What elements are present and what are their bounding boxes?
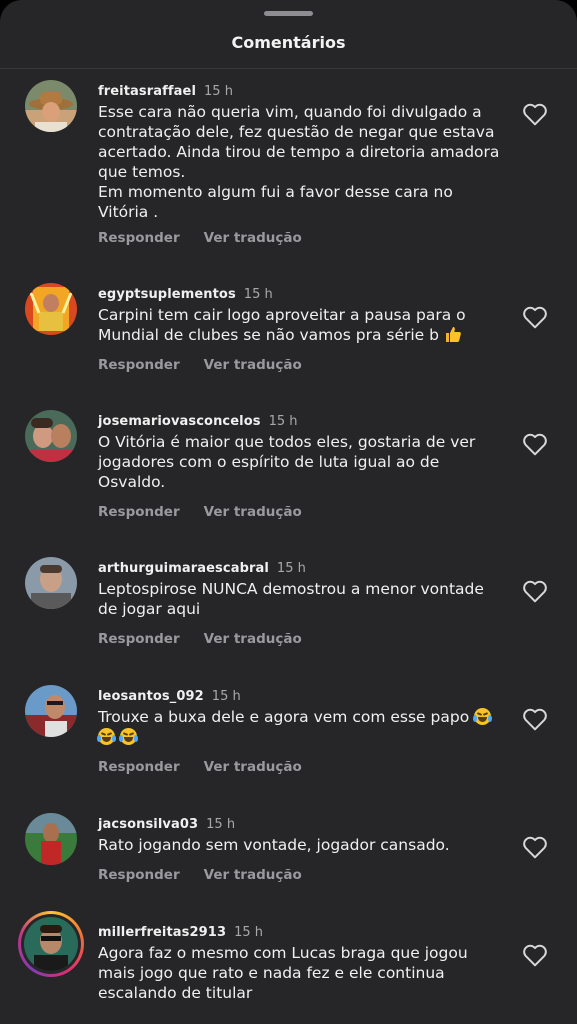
comment-line: Carpini tem cair logo aproveitar a pausa…	[98, 306, 466, 344]
comment-text: O Vitória é maior que todos eles, gostar…	[98, 432, 503, 492]
comment-text: Trouxe a buxa dele e agora vem com esse …	[97, 707, 503, 747]
username[interactable]: freitasraffael	[98, 84, 196, 99]
comment-actions: Responder Ver tradução	[98, 354, 302, 373]
comment-line: Leptospirose NUNCA demostrou a menor von…	[98, 580, 484, 618]
username[interactable]: josemariovasconcelos	[98, 414, 261, 429]
comment-text: Esse cara não queria vim, quando foi div…	[98, 102, 503, 222]
story-ring-avatar[interactable]	[18, 911, 84, 977]
comments-sheet: Comentários freitasraffael 15 h Esse cara…	[0, 0, 577, 1024]
timestamp: 15 h	[268, 414, 298, 429]
reply-button[interactable]: Responder	[98, 357, 180, 373]
translate-button[interactable]: Ver tradução	[204, 759, 302, 775]
comment-line: Em momento algum fui a favor desse cara …	[98, 183, 453, 221]
header-divider	[0, 68, 577, 69]
heart-outline-icon[interactable]	[522, 943, 548, 967]
comment-actions: Responder Ver tradução	[98, 756, 302, 775]
timestamp: 15 h	[243, 287, 273, 302]
comment-actions: Responder Ver tradução	[98, 628, 302, 647]
heart-outline-icon[interactable]	[522, 835, 548, 859]
avatar[interactable]	[25, 813, 77, 865]
reply-button[interactable]: Responder	[98, 867, 180, 883]
comment-actions: Responder Ver tradução	[98, 227, 302, 246]
comment-meta: freitasraffael 15 h	[98, 80, 233, 99]
comment-actions: Responder Ver tradução	[98, 864, 302, 883]
heart-outline-icon[interactable]	[522, 305, 548, 329]
username[interactable]: millerfreitas2913	[98, 925, 226, 940]
comment-meta: leosantos_092 15 h	[98, 685, 241, 704]
drag-handle[interactable]	[264, 11, 313, 16]
timestamp: 15 h	[204, 84, 233, 99]
comment-line: Trouxe a buxa dele e agora vem com esse …	[98, 708, 470, 726]
comment-line: Esse cara não queria vim, quando foi div…	[98, 103, 500, 181]
translate-button[interactable]: Ver tradução	[204, 867, 302, 883]
laughing-tears-emoji-icon	[118, 728, 138, 745]
reply-button[interactable]: Responder	[98, 759, 180, 775]
comment-actions: Responder Ver tradução	[98, 501, 302, 520]
reply-button[interactable]: Responder	[98, 504, 180, 520]
comment-meta: millerfreitas2913 15 h	[98, 921, 263, 940]
heart-outline-icon[interactable]	[522, 432, 548, 456]
comment-meta: jacsonsilva03 15 h	[98, 813, 235, 832]
comment-text: Leptospirose NUNCA demostrou a menor von…	[98, 579, 503, 619]
comment-meta: egyptsuplementos 15 h	[98, 283, 273, 302]
reply-button[interactable]: Responder	[98, 631, 180, 647]
laughing-tears-emoji-icon	[473, 708, 493, 725]
translate-button[interactable]: Ver tradução	[204, 504, 302, 520]
comment-meta: arthurguimaraescabral 15 h	[98, 557, 306, 576]
timestamp: 15 h	[276, 561, 306, 576]
heart-outline-icon[interactable]	[522, 707, 548, 731]
comment-text: Agora faz o mesmo com Lucas braga que jo…	[98, 943, 503, 1003]
timestamp: 15 h	[206, 817, 236, 832]
thumbs-up-emoji-icon	[445, 327, 461, 342]
avatar[interactable]	[25, 557, 77, 609]
comment-line: O Vitória é maior que todos eles, gostar…	[98, 433, 476, 491]
translate-button[interactable]: Ver tradução	[204, 631, 302, 647]
avatar[interactable]	[25, 410, 77, 462]
reply-button[interactable]: Responder	[98, 230, 180, 246]
username[interactable]: arthurguimaraescabral	[98, 561, 269, 576]
username[interactable]: leosantos_092	[98, 689, 204, 704]
avatar[interactable]	[25, 283, 77, 335]
comment-text: Rato jogando sem vontade, jogador cansad…	[98, 835, 503, 855]
comment-line: Agora faz o mesmo com Lucas braga que jo…	[98, 944, 468, 1002]
avatar[interactable]	[25, 685, 77, 737]
sheet-title: Comentários	[231, 33, 346, 52]
comment-text: Carpini tem cair logo aproveitar a pausa…	[98, 305, 503, 345]
timestamp: 15 h	[234, 925, 264, 940]
heart-outline-icon[interactable]	[522, 102, 548, 126]
username[interactable]: egyptsuplementos	[98, 287, 236, 302]
avatar[interactable]	[25, 80, 77, 132]
heart-outline-icon[interactable]	[522, 579, 548, 603]
comment-meta: josemariovasconcelos 15 h	[98, 410, 298, 429]
translate-button[interactable]: Ver tradução	[204, 357, 302, 373]
comment-line: Rato jogando sem vontade, jogador cansad…	[98, 836, 450, 854]
translate-button[interactable]: Ver tradução	[204, 230, 302, 246]
laughing-tears-emoji-icon	[97, 728, 116, 745]
username[interactable]: jacsonsilva03	[98, 817, 198, 832]
timestamp: 15 h	[211, 689, 241, 704]
